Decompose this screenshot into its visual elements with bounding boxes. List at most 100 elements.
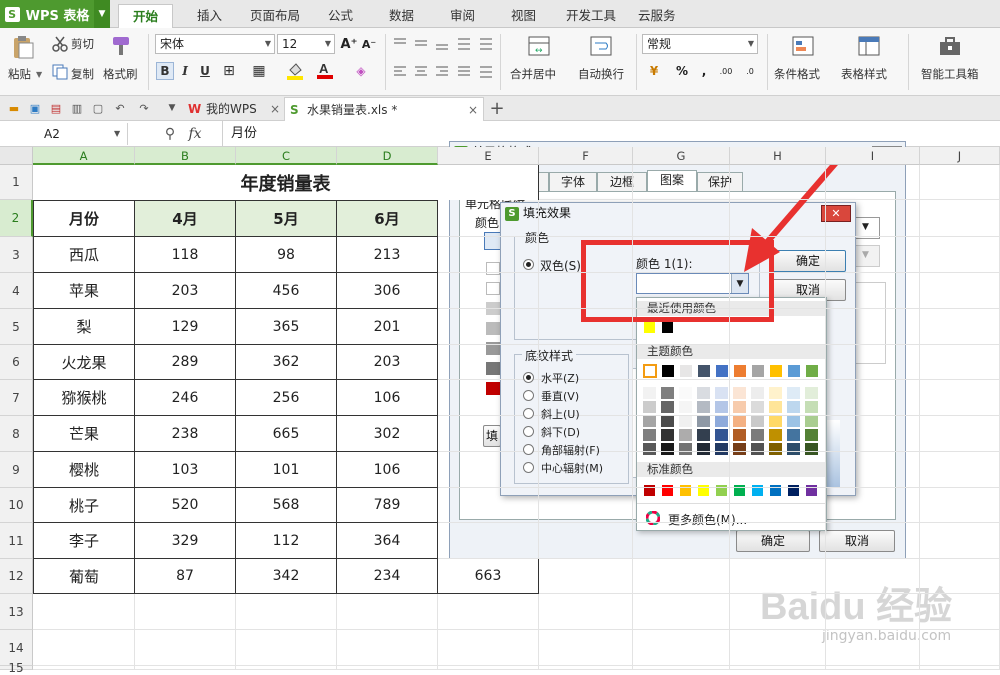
shade-color-swatch[interactable] <box>643 443 656 455</box>
toolbox-icon[interactable] <box>938 35 962 60</box>
tab-review[interactable]: 审阅 <box>436 4 489 28</box>
bold-icon[interactable]: B <box>156 62 174 80</box>
copy-icon[interactable] <box>52 64 68 83</box>
chevron-down-icon[interactable]: ▼ <box>114 123 120 145</box>
function-icon[interactable]: fx <box>184 124 206 144</box>
theme-color-swatch[interactable] <box>715 364 729 378</box>
table-cell[interactable]: 猕猴桃 <box>33 380 135 416</box>
sheet-title-cell[interactable]: 年度销量表 <box>33 165 539 200</box>
table-cell[interactable]: 365 <box>236 309 337 345</box>
print-icon[interactable]: ▥ <box>69 100 85 116</box>
table-cell[interactable]: 98 <box>236 237 337 273</box>
table-cell[interactable]: 葡萄 <box>33 559 135 594</box>
table-cell[interactable]: 201 <box>337 309 438 345</box>
paste-button[interactable]: 粘贴 <box>8 66 31 82</box>
row-header-11[interactable]: 11 <box>0 523 33 559</box>
row-header-13[interactable]: 13 <box>0 594 33 630</box>
theme-color-swatch[interactable] <box>643 364 657 378</box>
number-format-select[interactable]: 常规 ▼ <box>642 34 758 54</box>
shade-color-swatch[interactable] <box>697 387 710 399</box>
table-cell[interactable]: 桃子 <box>33 488 135 523</box>
table-cell[interactable]: 568 <box>236 488 337 523</box>
shade-color-swatch[interactable] <box>805 387 818 399</box>
row-header-4[interactable]: 4 <box>0 273 33 309</box>
shade-color-swatch[interactable] <box>661 429 674 441</box>
tab-data[interactable]: 数据 <box>375 4 428 28</box>
clear-format-icon[interactable]: ◈ <box>352 62 370 80</box>
table-cell[interactable]: 112 <box>236 523 337 559</box>
table-cell[interactable]: 火龙果 <box>33 345 135 380</box>
open-folder-icon[interactable]: ▬ <box>6 100 22 116</box>
table-cell[interactable]: 樱桃 <box>33 452 135 488</box>
table-cell[interactable]: 芒果 <box>33 416 135 452</box>
theme-color-swatch[interactable] <box>769 364 783 378</box>
table-cell[interactable]: 302 <box>337 416 438 452</box>
shade-color-swatch[interactable] <box>661 415 674 427</box>
standard-color-swatch[interactable] <box>751 484 764 497</box>
table-cell[interactable]: 李子 <box>33 523 135 559</box>
format-cancel-button[interactable]: 取消 <box>819 530 895 552</box>
row-header-5[interactable]: 5 <box>0 309 33 345</box>
zoom-icon[interactable]: ⚲ <box>160 124 180 144</box>
standard-color-swatch[interactable] <box>643 484 656 497</box>
header-cell[interactable]: 5月 <box>236 200 337 237</box>
table-cell[interactable]: 106 <box>337 452 438 488</box>
shade-color-swatch[interactable] <box>733 387 746 399</box>
merge-center-button[interactable]: 合并居中 <box>510 66 556 82</box>
standard-color-swatch[interactable] <box>805 484 818 497</box>
shade-color-swatch[interactable] <box>733 443 746 455</box>
paste-dropdown-icon[interactable]: ▼ <box>36 70 42 79</box>
tab-developer[interactable]: 开发工具 <box>552 4 630 28</box>
shade-color-swatch[interactable] <box>787 387 800 399</box>
column-header-a[interactable]: A <box>33 147 135 165</box>
shading-radio[interactable] <box>523 462 534 473</box>
shading-radio[interactable] <box>523 372 534 383</box>
shade-color-swatch[interactable] <box>787 429 800 441</box>
decrease-font-icon[interactable]: A⁻ <box>360 35 378 53</box>
tab-font[interactable]: 字体 <box>549 172 597 192</box>
app-menu-button[interactable]: S WPS 表格 <box>0 0 94 28</box>
shade-color-swatch[interactable] <box>679 415 692 427</box>
shade-color-swatch[interactable] <box>697 443 710 455</box>
shade-color-swatch[interactable] <box>787 415 800 427</box>
theme-color-swatch[interactable] <box>787 364 801 378</box>
table-cell[interactable]: 789 <box>337 488 438 523</box>
shade-color-swatch[interactable] <box>679 401 692 413</box>
pattern-color-select[interactable]: ▼ <box>852 245 880 267</box>
shade-color-swatch[interactable] <box>697 401 710 413</box>
header-cell[interactable]: 月份 <box>33 200 135 237</box>
tab-formulas[interactable]: 公式 <box>314 4 367 28</box>
shade-color-swatch[interactable] <box>661 387 674 399</box>
table-cell[interactable]: 665 <box>236 416 337 452</box>
italic-icon[interactable]: I <box>176 62 194 80</box>
shade-color-swatch[interactable] <box>715 443 728 455</box>
table-cell[interactable]: 362 <box>236 345 337 380</box>
table-cell[interactable]: 苹果 <box>33 273 135 309</box>
column-header-f[interactable]: F <box>539 147 633 165</box>
tab-page-layout[interactable]: 页面布局 <box>236 4 314 28</box>
customize-quickbar-icon[interactable]: ▼ <box>164 100 180 116</box>
shade-color-swatch[interactable] <box>661 443 674 455</box>
app-dropdown-icon[interactable]: ▼ <box>94 0 110 28</box>
merge-center-icon[interactable]: ↔ <box>528 35 550 60</box>
wrap-text-button[interactable]: 自动换行 <box>578 66 624 82</box>
format-painter-button[interactable]: 格式刷 <box>103 66 138 82</box>
theme-color-swatch[interactable] <box>661 364 675 378</box>
shade-color-swatch[interactable] <box>679 443 692 455</box>
shade-color-swatch[interactable] <box>697 415 710 427</box>
decrease-decimal-icon[interactable]: .0 <box>740 62 760 80</box>
row-header-9[interactable]: 9 <box>0 452 33 488</box>
shade-color-swatch[interactable] <box>715 415 728 427</box>
tab-pattern[interactable]: 图案 <box>647 170 697 192</box>
table-cell[interactable]: 103 <box>135 452 236 488</box>
row-header-7[interactable]: 7 <box>0 380 33 416</box>
table-cell[interactable]: 329 <box>135 523 236 559</box>
row-header-8[interactable]: 8 <box>0 416 33 452</box>
column-header-d[interactable]: D <box>337 147 438 165</box>
copy-button[interactable]: 复制 <box>71 66 94 82</box>
fill-effects-button[interactable]: 填 <box>483 425 501 447</box>
shade-color-swatch[interactable] <box>715 429 728 441</box>
table-cell[interactable]: 289 <box>135 345 236 380</box>
shade-color-swatch[interactable] <box>805 429 818 441</box>
column-header-h[interactable]: H <box>730 147 826 165</box>
